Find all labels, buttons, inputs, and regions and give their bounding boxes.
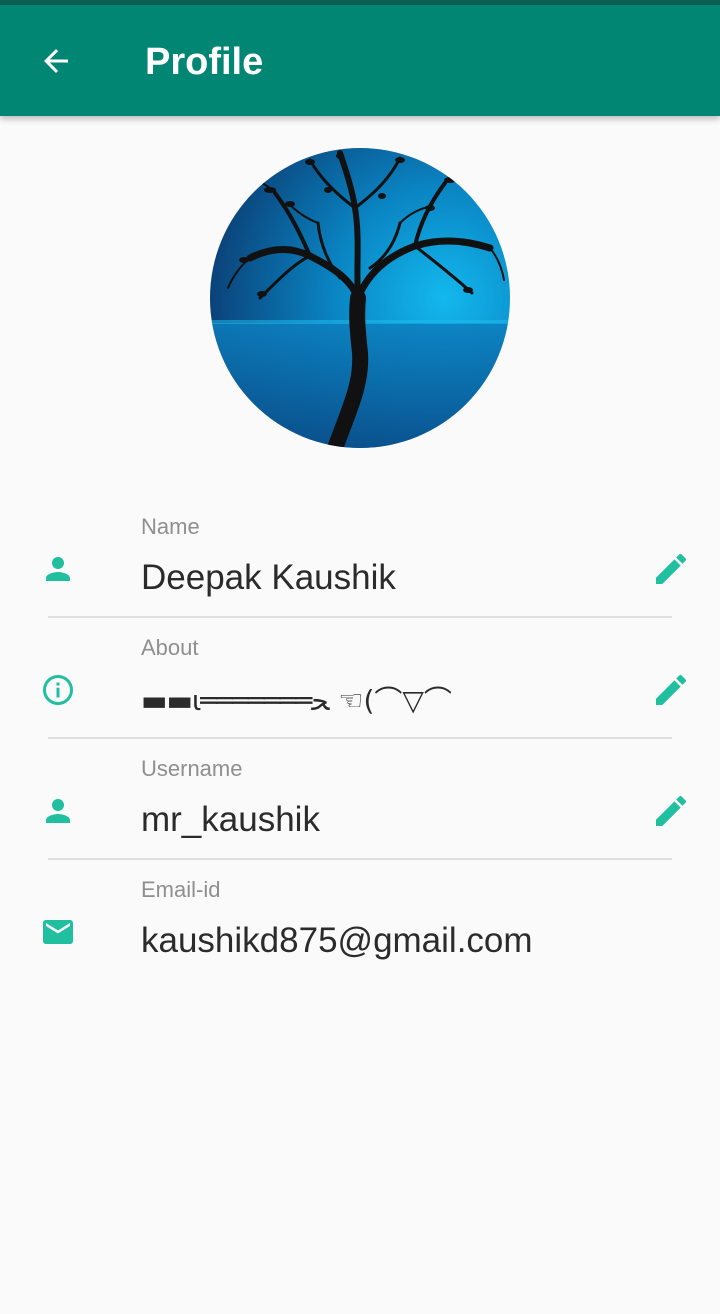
edit-name-pencil-icon[interactable] — [651, 549, 691, 589]
arrow-left-icon — [44, 49, 68, 73]
edit-username-pencil-icon[interactable] — [651, 791, 691, 831]
username-field: Username mr_kaushik — [0, 738, 720, 859]
person-icon — [46, 557, 70, 581]
mail-icon — [43, 920, 73, 944]
about-field: About ▬▬ι═══════ﺤ ☜(⌒▽⌒ — [0, 617, 720, 738]
page-title: Profile — [145, 41, 264, 83]
back-button[interactable] — [28, 33, 84, 89]
username-label: Username — [141, 756, 243, 781]
person-icon — [46, 799, 70, 823]
tree-silhouette-image — [210, 148, 510, 448]
about-label: About — [141, 635, 199, 660]
edit-about-pencil-icon[interactable] — [651, 670, 691, 710]
name-value: Deepak Kaushik — [141, 558, 396, 597]
email-label: Email-id — [141, 877, 221, 902]
profile-avatar[interactable] — [210, 148, 510, 448]
email-value: kaushikd875@gmail.com — [141, 921, 533, 960]
about-value: ▬▬ι═══════ﺤ ☜(⌒▽⌒ — [141, 684, 452, 717]
name-label: Name — [141, 514, 200, 539]
email-field: Email-id kaushikd875@gmail.com — [0, 859, 720, 980]
name-field: Name Deepak Kaushik — [0, 496, 720, 617]
info-icon — [43, 675, 73, 705]
username-value: mr_kaushik — [141, 800, 320, 839]
app-bar: Profile — [0, 5, 720, 116]
